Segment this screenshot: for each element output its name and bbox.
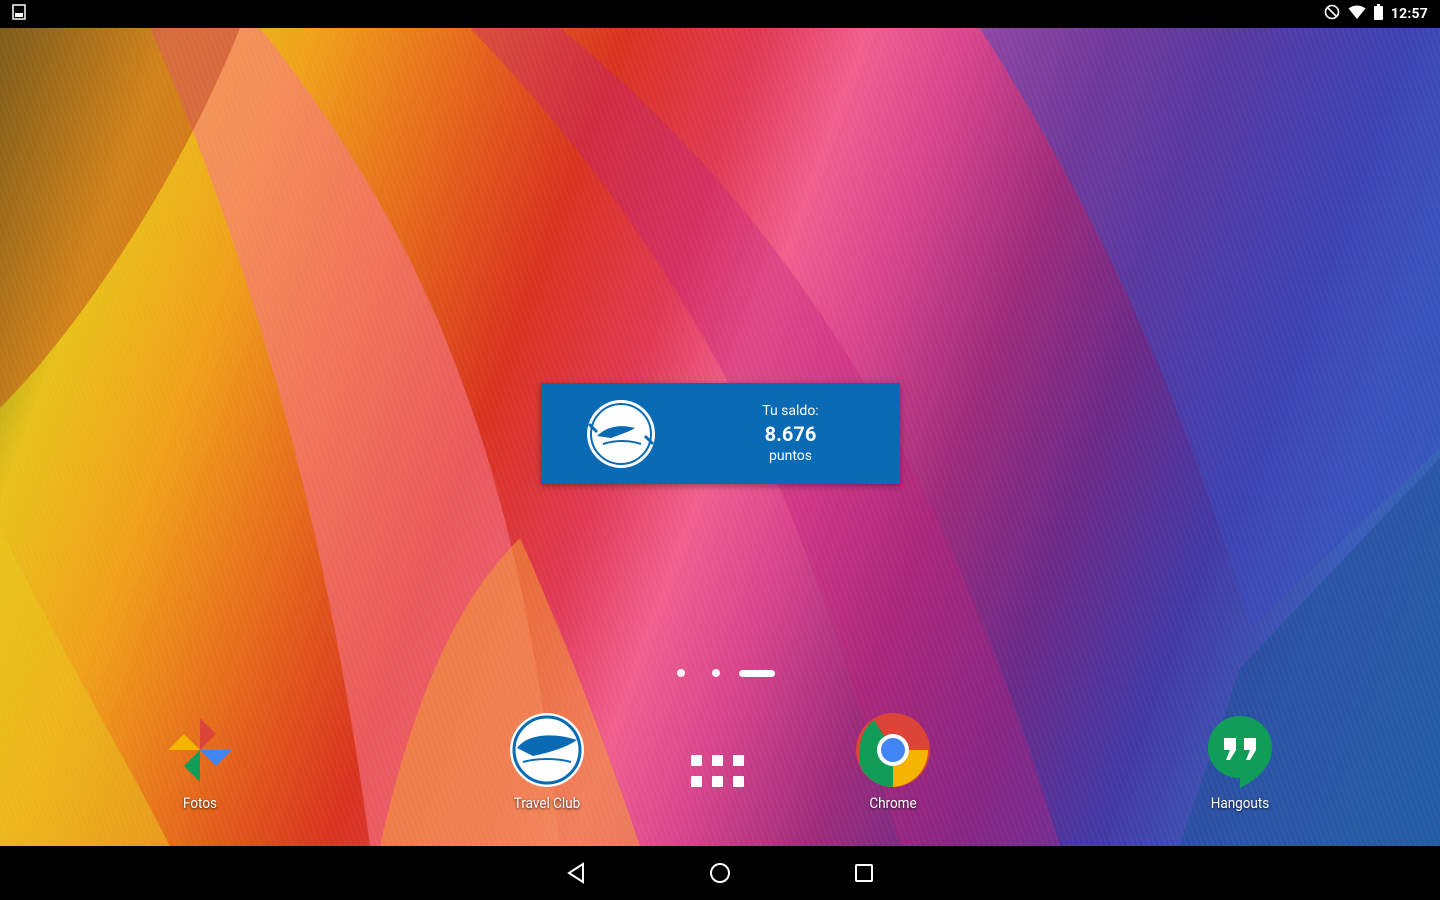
app-chrome[interactable]: Chrome (823, 710, 963, 812)
home-button[interactable] (703, 856, 737, 890)
navigation-bar (0, 846, 1440, 900)
recents-button[interactable] (847, 856, 881, 890)
balance-value: 8.676 (764, 421, 817, 446)
balance-unit: puntos (769, 447, 812, 464)
google-photos-pinwheel-icon (168, 718, 232, 782)
page-dot (712, 669, 720, 677)
app-fotos[interactable]: Fotos (130, 710, 270, 812)
balance-label: Tu saldo: (762, 403, 819, 420)
travel-club-balance-widget[interactable]: Tu saldo: 8.676 puntos (541, 383, 900, 484)
page-dot (677, 669, 685, 677)
dock: Fotos Travel Club Chrome Hangouts (0, 705, 1440, 825)
status-bar: 12:57 (0, 0, 1440, 28)
app-label: Travel Club (513, 794, 581, 812)
app-travel-club[interactable]: Travel Club (477, 710, 617, 812)
page-indicator (677, 669, 775, 677)
app-label: Hangouts (1210, 794, 1270, 812)
travel-club-logo-icon (587, 399, 655, 468)
battery-icon (1373, 4, 1383, 24)
app-label: Chrome (869, 794, 917, 812)
home-icon (710, 863, 730, 883)
wifi-icon (1348, 4, 1366, 24)
app-drawer-button[interactable] (691, 755, 751, 803)
chrome-icon (856, 713, 930, 787)
do-not-disturb-icon (1324, 4, 1340, 24)
screenshot-notification-icon (12, 4, 26, 24)
hangouts-icon (1208, 716, 1272, 788)
page-dot-current (739, 669, 775, 677)
back-icon (567, 862, 584, 884)
back-button[interactable] (559, 856, 593, 890)
app-drawer-grid-icon (691, 755, 751, 787)
app-hangouts[interactable]: Hangouts (1170, 710, 1310, 812)
recents-icon (855, 864, 873, 882)
status-clock: 12:57 (1390, 6, 1428, 22)
travel-club-logo-icon (510, 713, 584, 787)
app-label: Fotos (183, 794, 217, 812)
